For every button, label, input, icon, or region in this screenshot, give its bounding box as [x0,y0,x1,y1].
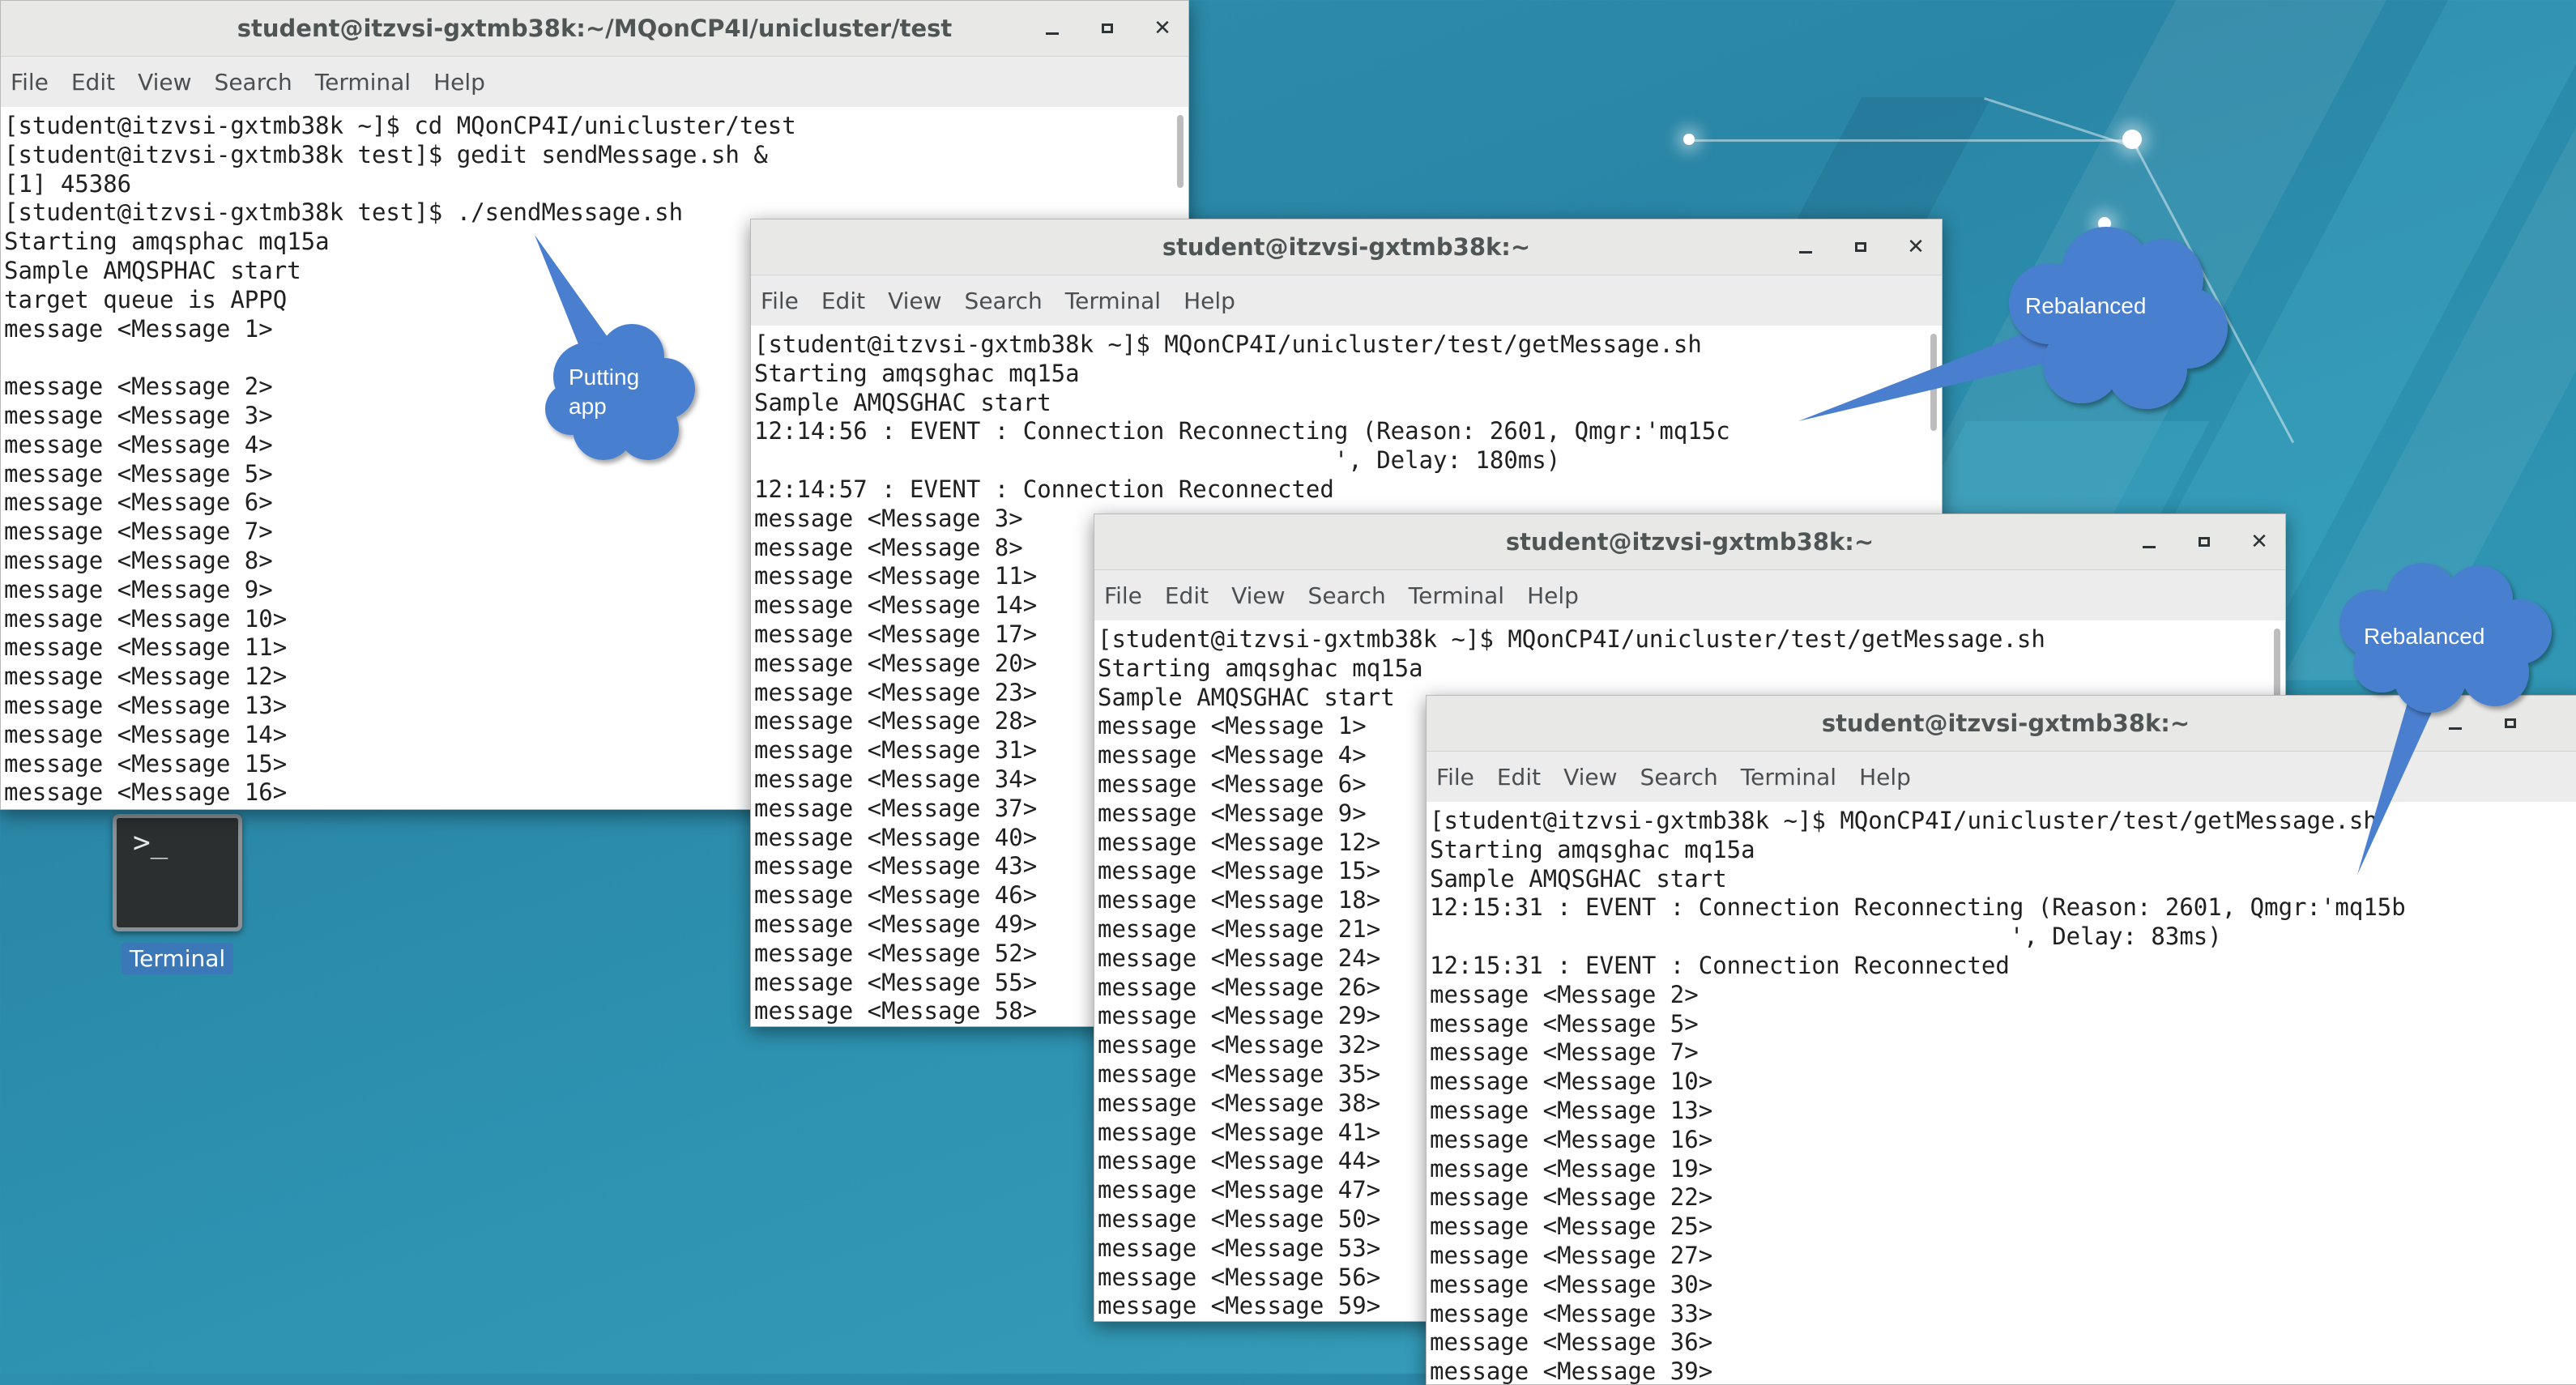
window-title: student@itzvsi-gxtmb38k:~/MQonCP4I/unicl… [237,15,953,42]
wallpaper-glow [2122,130,2142,149]
terminal-line: message <Message 2> [1430,980,1699,1008]
terminal-line: Sample AMQSGHAC start [754,388,1051,416]
terminal-line: [1] 45386 [4,169,132,198]
menu-view[interactable]: View [888,288,941,314]
window-title: student@itzvsi-gxtmb38k:~ [1821,710,2190,737]
menu-help[interactable]: Help [1527,582,1579,609]
titlebar[interactable]: student@itzvsi-gxtmb38k:~ ✕ [1094,514,2285,570]
terminal-line: message <Message 7> [1430,1038,1699,1067]
cloud-callout-shape [2339,563,2552,875]
menu-edit[interactable]: Edit [821,288,865,314]
terminal-line: ', Delay: 180ms) [754,446,1561,475]
menu-edit[interactable]: Edit [1497,764,1541,791]
terminal-line: message <Message 25> [1430,1212,1713,1241]
menu-view[interactable]: View [1563,764,1617,791]
titlebar[interactable]: student@itzvsi-gxtmb38k:~ ✕ [751,219,1942,275]
minimize-button[interactable] [2138,531,2160,553]
terminal-lines: [student@itzvsi-gxtmb38k ~]$ MQonCP4I/un… [1427,802,2576,1384]
menubar: File Edit View Search Terminal Help [1094,570,2285,621]
menu-terminal[interactable]: Terminal [1409,582,1504,609]
menu-file[interactable]: File [1436,764,1474,791]
menu-view[interactable]: View [1231,582,1285,609]
terminal-line: ', Delay: 83ms) [1430,923,2222,951]
wallpaper-line [1693,139,2139,142]
menu-help[interactable]: Help [433,69,485,96]
terminal-line: message <Message 36> [1430,1328,1713,1357]
terminal-line: message <Message 27> [1430,1241,1713,1269]
titlebar[interactable]: student@itzvsi-gxtmb38k:~/MQonCP4I/unicl… [1,1,1188,57]
callout-text: Rebalanced [2025,293,2147,318]
maximize-icon [2199,537,2210,547]
terminal-line: message <Message 30> [1430,1270,1713,1298]
terminal-line: [student@itzvsi-gxtmb38k test]$ gedit se… [4,140,768,168]
menu-file[interactable]: File [11,69,49,96]
terminal-line: Starting amqsghac mq15a [1098,654,1423,682]
maximize-icon [1102,23,1113,33]
desktop-icon-label: Terminal [121,943,234,974]
menu-edit[interactable]: Edit [71,69,115,96]
terminal-line: 12:14:57 : EVENT : Connection Reconnecte… [754,475,1334,503]
menu-file[interactable]: File [761,288,799,314]
terminal-line: [student@itzvsi-gxtmb38k ~]$ MQonCP4I/un… [1098,625,2045,653]
terminal-line: message <Message 39> [1430,1357,1713,1384]
terminal-line: 12:15:31 : EVENT : Connection Reconnecti… [1430,893,2406,922]
terminal-line: 12:14:56 : EVENT : Connection Reconnecti… [754,417,1730,445]
terminal-line: [student@itzvsi-gxtmb38k ~]$ cd MQonCP4I… [4,112,796,139]
close-button[interactable]: ✕ [2248,530,2271,554]
close-icon: ✕ [2250,530,2268,554]
terminal-line: [student@itzvsi-gxtmb38k ~]$ MQonCP4I/un… [754,330,1702,358]
terminal-output[interactable]: [student@itzvsi-gxtmb38k ~]$ MQonCP4I/un… [1427,802,2576,1384]
callout-text: Rebalanced [2364,624,2485,649]
wallpaper-glow [1683,134,1695,145]
terminal-line: message <Message 5> [1430,1009,1699,1038]
menu-terminal[interactable]: Terminal [1741,764,1836,791]
window-title: student@itzvsi-gxtmb38k:~ [1505,528,1874,556]
menu-search[interactable]: Search [1308,582,1386,609]
cloud-callout-shape [1798,227,2228,421]
menu-search[interactable]: Search [1640,764,1718,791]
menubar: File Edit View Search Terminal Help [1,57,1188,108]
callout-text: Putting app [569,364,640,419]
minimize-icon [2143,545,2156,548]
terminal-line: message <Message 33> [1430,1299,1713,1327]
menu-search[interactable]: Search [965,288,1043,314]
terminal-line: message <Message 16> [1430,1125,1713,1153]
window-title: student@itzvsi-gxtmb38k:~ [1162,233,1531,261]
menubar: File Edit View Search Terminal Help [751,275,1942,326]
cloud-callout-shape [535,235,695,460]
maximize-button[interactable] [1096,17,1119,40]
terminal-icon: >_ [113,814,242,931]
menu-view[interactable]: View [138,69,191,96]
terminal-line: message <Message 22> [1430,1183,1713,1212]
terminal-line: message <Message 19> [1430,1154,1713,1183]
menu-help[interactable]: Help [1859,764,1911,791]
menu-terminal[interactable]: Terminal [1065,288,1161,314]
callout-rebalanced-1: Rebalanced [1782,207,2252,433]
minimize-icon [1046,32,1059,35]
callout-rebalanced-2: Rebalanced [2325,559,2568,883]
terminal-line: 12:15:31 : EVENT : Connection Reconnecte… [1430,951,2010,979]
terminal-line: Starting amqsghac mq15a [754,359,1080,387]
scrollbar-thumb[interactable] [2274,629,2280,701]
callout-putting-app: Putting app [518,227,713,478]
scrollbar-thumb[interactable] [1177,115,1184,188]
minimize-button[interactable] [1041,17,1064,40]
terminal-line: message <Message 10> [1430,1068,1713,1096]
desktop-terminal-icon[interactable]: >_ Terminal [105,814,249,974]
close-icon: ✕ [1154,16,1171,40]
terminal-line: message <Message 13> [1430,1096,1713,1124]
menu-terminal[interactable]: Terminal [315,69,411,96]
menu-file[interactable]: File [1104,582,1142,609]
prompt-icon: >_ [133,826,168,859]
maximize-button[interactable] [2193,531,2216,553]
close-button[interactable]: ✕ [1151,16,1174,40]
menu-help[interactable]: Help [1184,288,1235,314]
menu-search[interactable]: Search [215,69,292,96]
menu-edit[interactable]: Edit [1165,582,1209,609]
